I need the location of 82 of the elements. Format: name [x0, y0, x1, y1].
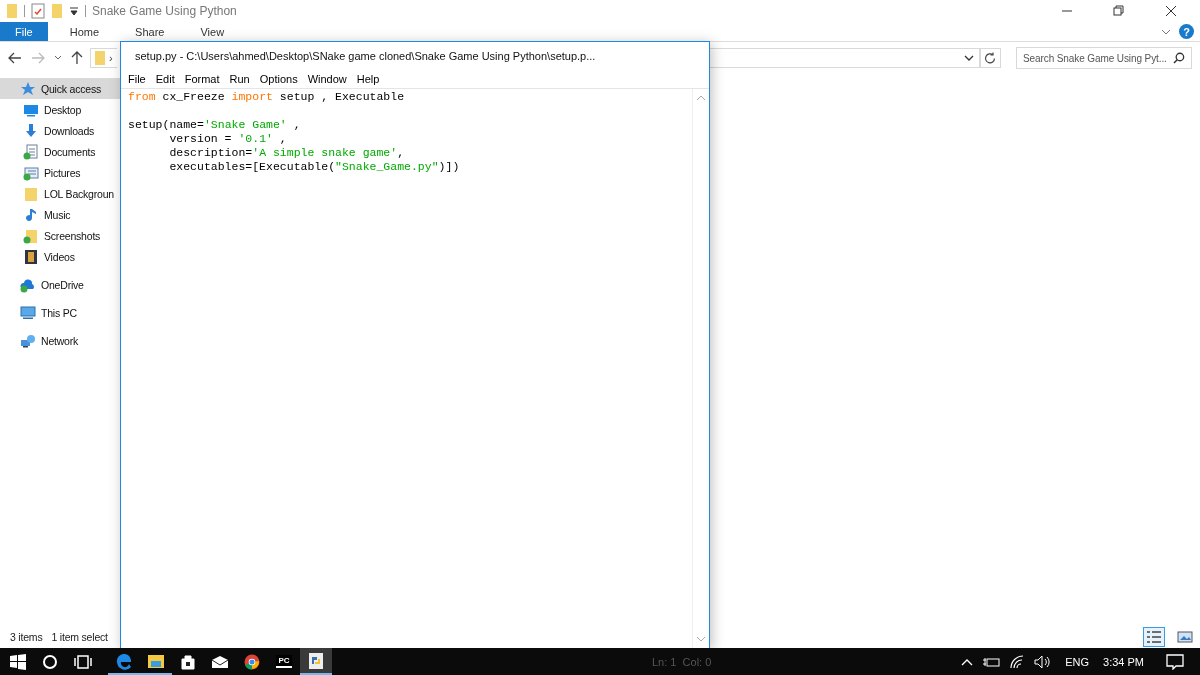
taskbar-app-button[interactable]: [300, 648, 332, 675]
browser-icon: [115, 651, 133, 670]
dropdown-icon[interactable]: [69, 6, 79, 16]
folder-icon: [93, 50, 106, 66]
document-icon: [23, 143, 39, 160]
ide-icon: PC: [276, 655, 292, 668]
speaker-icon[interactable]: [1034, 654, 1053, 669]
refresh-icon: [984, 52, 997, 64]
refresh-button[interactable]: [979, 48, 1001, 68]
status-text: 1 item select: [51, 631, 108, 643]
menu-item[interactable]: Options: [259, 73, 298, 85]
editor-status-text: Ln: 1 Col: 0: [652, 655, 712, 668]
ribbon-tab[interactable]: View: [186, 22, 239, 41]
monitor-icon: [20, 304, 36, 321]
nav-item[interactable]: Music: [0, 204, 122, 225]
search-circle-icon[interactable]: [42, 653, 58, 670]
nav-item[interactable]: Desktop: [0, 99, 122, 120]
notification-icon[interactable]: [1166, 653, 1184, 670]
code-line: description='A simple snake game',: [168, 146, 406, 160]
ribbon-tab[interactable]: Home: [55, 22, 114, 41]
menu-item[interactable]: File: [128, 73, 146, 85]
task-view-icon[interactable]: [74, 653, 92, 670]
picture-icon: [23, 164, 39, 181]
nav-item[interactable]: LOL Backgroun: [0, 183, 122, 204]
language-indicator[interactable]: ENG: [1065, 655, 1090, 668]
menu-item[interactable]: Help: [356, 73, 380, 85]
clock[interactable]: 3:34 PM: [1103, 655, 1144, 668]
nav-item[interactable]: Network: [0, 330, 122, 351]
folder-icon: [147, 652, 165, 669]
folder-icon: [23, 185, 39, 202]
status-text: 3 items: [10, 631, 43, 643]
python-file-icon: [307, 651, 325, 670]
help-icon[interactable]: ?: [1179, 24, 1194, 39]
film-icon: [23, 248, 39, 265]
folder-icon: [23, 227, 39, 244]
search-field[interactable]: Search Snake Game Using Pyt...: [1016, 47, 1192, 69]
code-line: version = '0.1' ,: [168, 132, 288, 146]
caret-up-icon[interactable]: [961, 657, 974, 666]
menu-item[interactable]: Run: [229, 73, 250, 85]
nav-item[interactable]: Downloads: [0, 120, 122, 141]
window-title: setup.py - C:\Users\ahmed\Desktop\SNake game cloned\Snake Game Using Python\setup.p...: [135, 50, 596, 62]
chevron-down-icon[interactable]: [1161, 28, 1171, 35]
start-icon[interactable]: [10, 653, 26, 670]
shopping-bag-icon: [180, 653, 196, 670]
breadcrumb-chevron[interactable]: ›: [108, 52, 113, 64]
code-line: from cx_Freeze import setup , Executable: [128, 90, 406, 104]
music-note-icon: [23, 206, 39, 223]
back-arrow-icon[interactable]: [8, 52, 22, 64]
code-editor[interactable]: from cx_Freeze import setup , Executable setup(name='Snake Game' , version = '0.1' , description='A simple snake game', executables=[Executable("Snake_Game.py")]): [121, 89, 692, 648]
ribbon-tab[interactable]: File: [0, 22, 48, 41]
battery-icon[interactable]: [982, 655, 1001, 668]
wifi-icon[interactable]: [1009, 654, 1026, 669]
search-icon: [1173, 52, 1185, 64]
network-icon: [20, 332, 36, 349]
nav-item[interactable]: This PC: [0, 302, 122, 323]
chevron-down-icon[interactable]: [53, 55, 62, 61]
nav-item[interactable]: Quick access: [0, 78, 122, 99]
chevron-down-icon: [964, 55, 975, 61]
details-view-button[interactable]: [1143, 627, 1165, 647]
chrome-icon: [244, 653, 260, 670]
star-icon: [20, 80, 36, 97]
nav-item[interactable]: Screenshots: [0, 225, 122, 246]
code-line: setup(name='Snake Game' ,: [128, 118, 302, 132]
restore-icon[interactable]: [1113, 5, 1125, 17]
address-bar[interactable]: ›: [89, 48, 117, 68]
window-title: Snake Game Using Python: [92, 4, 237, 18]
menu-item[interactable]: Window: [307, 73, 347, 85]
cloud-icon: [20, 276, 36, 293]
code-line: executables=[Executable("Snake_Game.py")]): [168, 160, 461, 174]
envelope-icon: [211, 654, 229, 669]
checklist-icon[interactable]: [31, 3, 45, 19]
ribbon-tab[interactable]: Share: [121, 22, 179, 41]
nav-item[interactable]: Videos: [0, 246, 122, 267]
nav-item[interactable]: Pictures: [0, 162, 122, 183]
nav-item[interactable]: OneDrive: [0, 274, 122, 295]
taskbar-app-button[interactable]: PC: [268, 648, 300, 675]
menu-item[interactable]: Edit: [155, 73, 175, 85]
up-arrow-icon[interactable]: [70, 51, 83, 65]
menu-item[interactable]: Format: [184, 73, 220, 85]
close-icon[interactable]: [1165, 5, 1177, 17]
nav-item[interactable]: Documents: [0, 141, 122, 162]
down-arrow-icon: [23, 122, 39, 139]
